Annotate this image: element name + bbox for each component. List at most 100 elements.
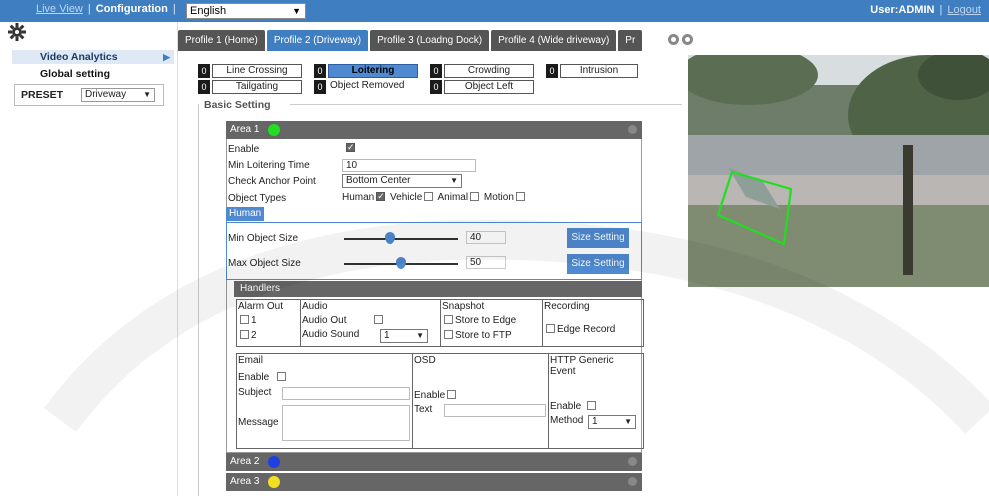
detection-count: 0 [314, 80, 326, 94]
subject-input[interactable] [282, 387, 410, 400]
motion-checkbox[interactable] [515, 192, 525, 201]
osd-enable-checkbox[interactable] [447, 390, 457, 399]
logout-link[interactable]: Logout [947, 4, 981, 16]
vehicle-checkbox[interactable] [424, 192, 434, 201]
tab-profile-3[interactable]: Profile 3 (Loadng Dock) [370, 30, 490, 51]
alarm-out-title: Alarm Out [238, 301, 284, 312]
vehicle-type-label: Vehicle [390, 192, 423, 203]
max-size-input[interactable]: 50 [466, 256, 506, 269]
area-title: Area 2 [230, 456, 260, 467]
sidebar-item-video-analytics[interactable]: Video Analytics ▶ [12, 50, 174, 64]
chevron-down-icon: ▼ [416, 331, 424, 340]
detection-label: Tailgating [212, 80, 302, 94]
max-size-setting-button[interactable]: Size Setting [567, 254, 629, 274]
enable-label: Enable [228, 144, 260, 155]
edge-record-checkbox[interactable] [546, 324, 555, 333]
anchor-point-value: Bottom Center [346, 175, 411, 186]
audio-title: Audio [302, 301, 328, 312]
osd-text-input[interactable] [444, 404, 546, 417]
user-separator: | [939, 4, 943, 16]
tab-profile-1[interactable]: Profile 1 (Home) [178, 30, 265, 51]
min-loitering-input[interactable]: 10 [342, 159, 476, 172]
camera-preview[interactable] [688, 55, 989, 287]
min-size-input[interactable]: 40 [466, 231, 506, 244]
tab-profile-5[interactable]: Pr [618, 30, 643, 51]
snapshot-cell: Snapshot Store to Edge Store to FTP [440, 299, 543, 347]
anchor-point-label: Check Anchor Point [228, 176, 316, 187]
handlers-table-bottom: Email Enable Subject Message OSD Enable … [236, 353, 644, 449]
email-cell: Email Enable Subject Message [236, 353, 413, 449]
sidebar-item-label: Global setting [40, 68, 111, 80]
audio-cell: Audio Audio Out Audio Sound 1 ▼ [300, 299, 441, 347]
expand-icon[interactable] [628, 477, 637, 486]
store-edge-label: Store to Edge [455, 315, 517, 326]
area-color-dot [268, 124, 280, 136]
basic-setting-title: Basic Setting [204, 99, 271, 111]
sidebar-item-global-setting[interactable]: Global setting [12, 67, 174, 81]
detection-label: Object Removed [328, 80, 418, 94]
http-enable-checkbox[interactable] [587, 401, 597, 410]
scroll-right-icon[interactable] [682, 34, 693, 45]
area-1-header[interactable]: Area 1 [226, 121, 642, 139]
human-tab[interactable]: Human [226, 207, 264, 221]
email-enable-label: Enable [238, 372, 270, 383]
expand-icon[interactable] [628, 457, 637, 466]
email-title: Email [238, 355, 264, 366]
profile-tabs: Profile 1 (Home) Profile 2 (Driveway) Prof… [178, 30, 688, 51]
chevron-down-icon: ▼ [292, 6, 301, 16]
message-textarea[interactable] [282, 405, 410, 441]
edge-record-label: Edge Record [557, 324, 616, 335]
method-select[interactable]: 1 ▼ [588, 415, 636, 429]
alarm-2-checkbox[interactable] [240, 330, 249, 339]
language-select[interactable]: English ▼ [186, 3, 306, 19]
fieldset-border [290, 104, 682, 105]
detection-label: Loitering [328, 64, 418, 78]
subject-label: Subject [238, 387, 272, 398]
method-value: 1 [592, 416, 598, 427]
object-types-options: Human Vehicle Animal Motion [342, 190, 527, 203]
enable-checkbox[interactable] [344, 141, 357, 154]
area-3-header[interactable]: Area 3 [226, 473, 642, 491]
audio-sound-value: 1 [384, 330, 390, 341]
human-checkbox[interactable] [376, 190, 386, 202]
alarm-1-checkbox[interactable] [240, 315, 249, 324]
preset-select[interactable]: Driveway ▼ [81, 88, 155, 102]
motion-type-label: Motion [483, 192, 514, 203]
min-size-slider-handle[interactable] [384, 232, 395, 244]
chevron-right-icon: ▶ [163, 52, 170, 62]
tab-profile-2[interactable]: Profile 2 (Driveway) [266, 30, 369, 51]
min-size-slider[interactable] [344, 238, 458, 240]
audio-sound-label: Audio Sound [302, 329, 360, 340]
detection-count: 0 [430, 64, 442, 78]
email-enable-checkbox[interactable] [277, 372, 287, 381]
anchor-point-select[interactable]: Bottom Center ▼ [342, 174, 462, 188]
alarm-2-label: 2 [251, 330, 257, 341]
human-type-label: Human [342, 192, 375, 203]
scroll-left-icon[interactable] [668, 34, 679, 45]
animal-checkbox[interactable] [470, 192, 480, 201]
audio-out-label: Audio Out [302, 315, 347, 326]
configuration-link[interactable]: Configuration [96, 3, 168, 15]
osd-enable-label: Enable [414, 390, 446, 401]
recording-title: Recording [544, 301, 590, 312]
top-nav: Live View | Configuration | [36, 3, 181, 15]
store-ftp-checkbox[interactable] [444, 330, 453, 339]
audio-sound-select[interactable]: 1 ▼ [380, 329, 428, 343]
min-size-setting-button[interactable]: Size Setting [567, 228, 629, 248]
area-title: Area 3 [230, 476, 260, 487]
nav-separator: | [87, 3, 91, 15]
tab-scroll-controls [668, 34, 696, 48]
audio-out-checkbox[interactable] [374, 315, 384, 324]
gear-icon [7, 22, 27, 48]
tab-profile-4[interactable]: Profile 4 (Wide driveway) [491, 30, 617, 51]
detection-count: 0 [546, 64, 558, 78]
method-label: Method [550, 415, 584, 426]
handlers-header: Handlers [234, 281, 642, 297]
min-loitering-label: Min Loitering Time [228, 160, 310, 171]
live-view-link[interactable]: Live View [36, 3, 83, 15]
store-edge-checkbox[interactable] [444, 315, 453, 324]
http-event-cell: HTTP Generic Event Enable Method 1 ▼ [548, 353, 644, 449]
area-2-header[interactable]: Area 2 [226, 453, 642, 471]
collapse-icon[interactable] [628, 125, 637, 134]
chevron-down-icon: ▼ [143, 90, 151, 99]
